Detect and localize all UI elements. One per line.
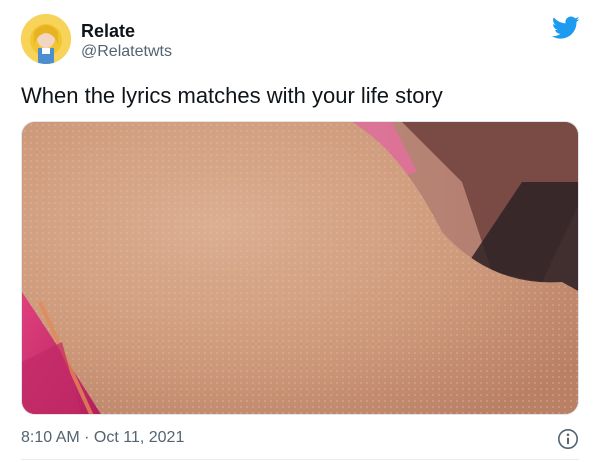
display-name[interactable]: Relate bbox=[81, 20, 135, 42]
tweet-media-image[interactable] bbox=[21, 121, 579, 415]
avatar[interactable] bbox=[21, 14, 71, 64]
user-handle[interactable]: @Relatetwts bbox=[81, 42, 172, 62]
twitter-bird-icon[interactable] bbox=[552, 16, 580, 40]
tweet-card: Relate @Relatetwts When the lyrics match… bbox=[0, 0, 600, 462]
tweet-text: When the lyrics matches with your life s… bbox=[21, 83, 443, 108]
info-icon[interactable] bbox=[557, 428, 579, 450]
divider bbox=[21, 459, 579, 460]
tweet-timestamp[interactable]: 8:10 AM · Oct 11, 2021 bbox=[21, 428, 184, 448]
